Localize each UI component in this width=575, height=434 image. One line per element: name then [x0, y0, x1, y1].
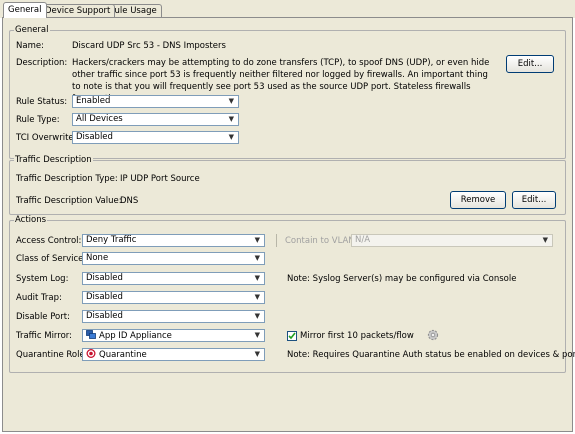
quarantine-icon — [86, 349, 96, 358]
quarantine-role-value: Quarantine — [99, 350, 147, 360]
tab-general[interactable]: General — [3, 2, 47, 18]
tci-overwrite-value: Disabled — [76, 132, 113, 142]
name-label: Name: — [16, 41, 44, 51]
traffic-mirror-select[interactable]: App ID Appliance ▼ — [82, 329, 265, 342]
audit-trap-value: Disabled — [86, 292, 123, 302]
chevron-down-icon: ▼ — [254, 274, 260, 282]
tab-bar: Rule Usage Device Support General — [0, 0, 575, 18]
chevron-down-icon: ▼ — [254, 293, 260, 301]
disable-port-select[interactable]: Disabled ▼ — [82, 310, 265, 323]
traffic-mirror-value: App ID Appliance — [99, 331, 172, 341]
chevron-down-icon: ▼ — [228, 133, 234, 141]
description-label: Description: — [16, 58, 68, 68]
system-log-select[interactable]: Disabled ▼ — [82, 272, 265, 285]
disable-port-label: Disable Port: — [16, 312, 70, 322]
system-log-label: System Log: — [16, 274, 69, 284]
traffic-description-group: Traffic Description Traffic Description … — [9, 155, 566, 215]
traffic-type-label: Traffic Description Type: — [16, 174, 118, 184]
contain-vlan-select[interactable]: N/A ▼ — [351, 234, 553, 247]
traffic-description-group-title: Traffic Description — [14, 155, 93, 166]
audit-trap-label: Audit Trap: — [16, 293, 62, 303]
audit-trap-select[interactable]: Disabled ▼ — [82, 291, 265, 304]
description-edit-button[interactable]: Edit... — [506, 55, 554, 73]
chevron-down-icon: ▼ — [228, 115, 234, 123]
quarantine-role-select[interactable]: Quarantine ▼ — [82, 348, 265, 361]
system-log-note: Note: Syslog Server(s) may be configured… — [287, 274, 517, 284]
name-value: Discard UDP Src 53 - DNS Imposters — [72, 41, 226, 51]
rule-status-value: Enabled — [76, 96, 111, 106]
chevron-down-icon: ▼ — [254, 236, 260, 244]
rule-type-value: All Devices — [76, 114, 123, 124]
tab-content-panel: General Name: Discard UDP Src 53 - DNS I… — [2, 17, 575, 432]
rule-type-label: Rule Type: — [16, 115, 60, 125]
contain-vlan-label: Contain to VLAN: — [285, 236, 358, 246]
disable-port-value: Disabled — [86, 311, 123, 321]
general-group-title: General — [14, 25, 50, 36]
tci-overwrite-select[interactable]: Disabled ▼ — [72, 131, 239, 144]
actions-group-title: Actions — [14, 215, 48, 226]
general-group: General Name: Discard UDP Src 53 - DNS I… — [9, 25, 566, 159]
mirror-first-label: Mirror first 10 packets/flow — [300, 331, 414, 341]
tab-device-support[interactable]: Device Support — [40, 4, 116, 18]
chevron-down-icon: ▼ — [254, 331, 260, 339]
contain-vlan-value: N/A — [355, 235, 371, 245]
class-of-service-select[interactable]: None ▼ — [82, 252, 265, 265]
rule-status-label: Rule Status: — [16, 97, 68, 107]
mirror-first-checkbox[interactable] — [287, 331, 297, 341]
quarantine-note: Note: Requires Quarantine Auth status be… — [287, 350, 575, 360]
chevron-down-icon: ▼ — [228, 97, 234, 105]
chevron-down-icon: ▼ — [254, 254, 260, 262]
traffic-remove-button[interactable]: Remove — [450, 191, 506, 209]
tci-overwrite-label: TCI Overwrite: — [16, 133, 77, 143]
rule-type-select[interactable]: All Devices ▼ — [72, 113, 239, 126]
class-of-service-value: None — [86, 253, 109, 263]
access-control-value: Deny Traffic — [86, 235, 137, 245]
vertical-divider — [276, 234, 277, 247]
traffic-value-value: DNS — [120, 196, 139, 206]
class-of-service-label: Class of Service: — [16, 254, 87, 264]
traffic-value-label: Traffic Description Value: — [16, 196, 122, 206]
traffic-type-value: IP UDP Port Source — [120, 174, 200, 184]
appliance-icon — [86, 330, 96, 339]
actions-group: Actions Access Control: Deny Traffic ▼ C… — [9, 215, 575, 373]
traffic-edit-button[interactable]: Edit... — [512, 191, 556, 209]
quarantine-role-label: Quarantine Role: — [16, 350, 88, 360]
checkmark-icon — [288, 332, 296, 340]
traffic-mirror-label: Traffic Mirror: — [16, 331, 72, 341]
access-control-select[interactable]: Deny Traffic ▼ — [82, 234, 265, 247]
chevron-down-icon: ▼ — [542, 236, 548, 244]
access-control-label: Access Control: — [16, 236, 82, 246]
rule-status-select[interactable]: Enabled ▼ — [72, 95, 239, 108]
system-log-value: Disabled — [86, 273, 123, 283]
gear-icon[interactable] — [427, 329, 439, 341]
chevron-down-icon: ▼ — [254, 312, 260, 320]
chevron-down-icon: ▼ — [254, 350, 260, 358]
